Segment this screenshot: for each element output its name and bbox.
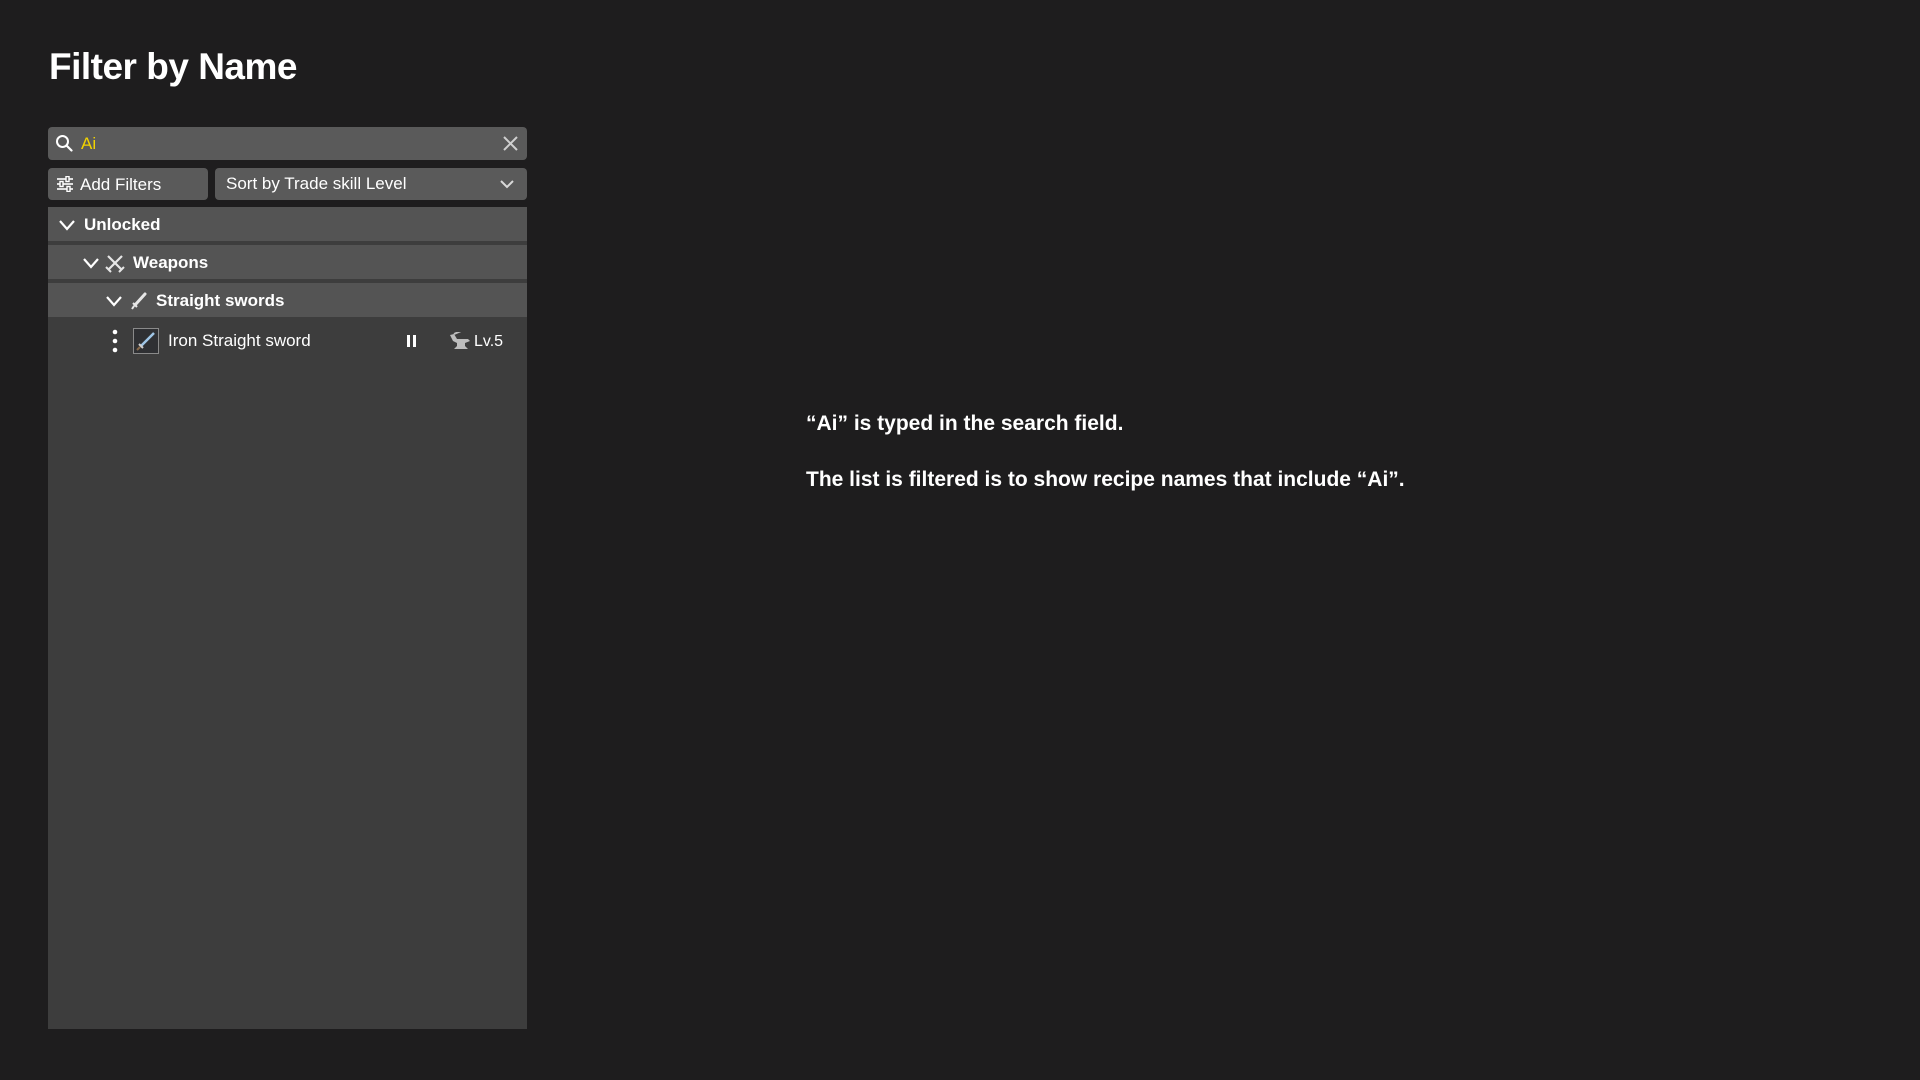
sort-dropdown-label: Sort by Trade skill Level — [226, 174, 407, 193]
recipe-list-panel: Unlocked Weapons Straight swords Iron St… — [48, 207, 527, 1029]
add-filters-button[interactable]: Add Filters — [48, 168, 208, 200]
pause-icon — [407, 335, 416, 347]
chevron-down-icon[interactable] — [105, 294, 123, 308]
group-unlocked-label: Unlocked — [84, 215, 161, 234]
crossed-swords-icon — [105, 255, 125, 273]
subcategory-straight-swords-label: Straight swords — [156, 291, 285, 310]
search-bar[interactable]: Ai — [48, 127, 527, 160]
chevron-down-icon — [500, 180, 514, 189]
sort-dropdown[interactable]: Sort by Trade skill Level — [215, 168, 527, 200]
list-item[interactable]: Iron Straight sword Lv.5 — [48, 323, 527, 359]
item-name: Iron Straight sword — [168, 331, 311, 350]
sword-icon — [136, 332, 155, 351]
chevron-down-icon[interactable] — [58, 218, 76, 232]
kebab-menu-icon[interactable] — [111, 328, 119, 354]
category-weapons-label: Weapons — [133, 253, 209, 272]
sliders-icon — [57, 176, 73, 192]
subcategory-straight-swords[interactable]: Straight swords — [48, 283, 527, 319]
category-weapons[interactable]: Weapons — [48, 245, 527, 281]
item-thumbnail — [133, 328, 159, 354]
add-filters-label: Add Filters — [80, 175, 162, 194]
group-unlocked[interactable]: Unlocked — [48, 207, 527, 243]
search-icon — [56, 135, 73, 152]
item-level: Lv.5 — [474, 333, 504, 350]
search-input[interactable]: Ai — [81, 134, 96, 154]
anvil-icon — [450, 332, 470, 349]
annotation-line-1: “Ai” is typed in the search field. — [806, 412, 1124, 435]
sword-icon — [131, 292, 147, 310]
annotation-line-2: The list is filtered is to show recipe n… — [806, 468, 1405, 491]
close-icon[interactable] — [500, 133, 521, 154]
page-title: Filter by Name — [49, 46, 297, 87]
chevron-down-icon[interactable] — [82, 256, 100, 270]
